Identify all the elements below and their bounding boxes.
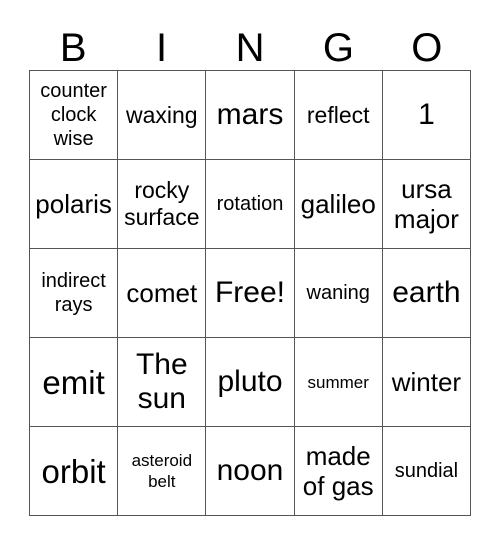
- bingo-cell-label: ursa major: [393, 174, 459, 234]
- bingo-cell[interactable]: emit: [30, 338, 119, 427]
- bingo-cell-label: emit: [42, 363, 105, 401]
- bingo-cell[interactable]: ursa major: [382, 160, 472, 249]
- bingo-cell-label: pluto: [217, 365, 283, 398]
- bingo-cell[interactable]: 1: [382, 71, 472, 160]
- bingo-header-letter-g: G: [322, 26, 354, 70]
- bingo-cell-label: waning: [306, 282, 370, 304]
- bingo-cell-label: mars: [216, 98, 284, 131]
- bingo-row: emit The sun pluto summer winter: [30, 338, 472, 427]
- bingo-header-letter-n: N: [235, 26, 265, 70]
- bingo-cell[interactable]: asteroid belt: [118, 427, 207, 516]
- bingo-cell-label: galileo: [300, 189, 376, 219]
- bingo-cell[interactable]: galileo: [294, 160, 383, 249]
- bingo-cell-label: asteroid belt: [131, 451, 193, 491]
- bingo-cell[interactable]: counter clock wise: [30, 71, 119, 160]
- bingo-cell[interactable]: earth: [382, 249, 472, 338]
- bingo-cell-label: orbit: [41, 452, 106, 490]
- bingo-cell-label: reflect: [306, 101, 370, 128]
- bingo-cell-label: sundial: [394, 460, 459, 482]
- bingo-cell-free[interactable]: Free!: [206, 249, 295, 338]
- bingo-cell[interactable]: polaris: [30, 160, 119, 249]
- bingo-cell[interactable]: waning: [294, 249, 383, 338]
- bingo-cell-label: earth: [392, 276, 461, 309]
- bingo-header-letter-i: I: [156, 26, 168, 70]
- bingo-cell-label: polaris: [35, 189, 112, 219]
- bingo-cell-label: comet: [126, 278, 198, 308]
- bingo-cell[interactable]: rocky surface: [118, 160, 207, 249]
- bingo-row: counter clock wise waxing mars reflect 1: [30, 71, 472, 160]
- bingo-cell-label: rocky surface: [124, 177, 200, 230]
- bingo-cell[interactable]: summer: [294, 338, 383, 427]
- bingo-cell[interactable]: sundial: [382, 427, 472, 516]
- bingo-cell-label: Free!: [214, 276, 286, 309]
- bingo-cell[interactable]: orbit: [30, 427, 119, 516]
- bingo-cell-label: winter: [391, 367, 462, 397]
- bingo-cell-label: made of gas: [302, 441, 374, 501]
- bingo-header-letter-o: O: [411, 26, 443, 70]
- bingo-cell[interactable]: reflect: [294, 71, 383, 160]
- bingo-cell[interactable]: indirect rays: [30, 249, 119, 338]
- bingo-header-row: B I N G O: [29, 13, 471, 70]
- bingo-cell[interactable]: made of gas: [294, 427, 383, 516]
- bingo-row: orbit asteroid belt noon made of gas sun…: [30, 427, 472, 516]
- bingo-cell[interactable]: noon: [206, 427, 295, 516]
- bingo-cell[interactable]: winter: [382, 338, 472, 427]
- bingo-cell-label: 1: [418, 98, 435, 131]
- bingo-row: polaris rocky surface rotation galileo u…: [30, 160, 472, 249]
- bingo-cell-label: counter clock wise: [40, 80, 107, 150]
- bingo-header-letter-b: B: [59, 26, 87, 70]
- bingo-cell-label: summer: [307, 372, 369, 392]
- bingo-cell-label: noon: [216, 454, 284, 487]
- bingo-row: indirect rays comet Free! waning earth: [30, 249, 472, 338]
- bingo-card: B I N G O counter clock wise waxing mars…: [29, 13, 472, 516]
- bingo-cell[interactable]: mars: [206, 71, 295, 160]
- bingo-cell[interactable]: waxing: [118, 71, 207, 160]
- bingo-cell[interactable]: pluto: [206, 338, 295, 427]
- bingo-cell[interactable]: rotation: [206, 160, 295, 249]
- bingo-grid: counter clock wise waxing mars reflect 1…: [29, 70, 472, 516]
- bingo-cell-label: rotation: [216, 193, 284, 215]
- bingo-cell-label: The sun: [135, 348, 188, 415]
- bingo-cell-label: indirect rays: [41, 270, 106, 316]
- bingo-cell-label: waxing: [126, 101, 198, 128]
- bingo-cell[interactable]: The sun: [118, 338, 207, 427]
- bingo-cell[interactable]: comet: [118, 249, 207, 338]
